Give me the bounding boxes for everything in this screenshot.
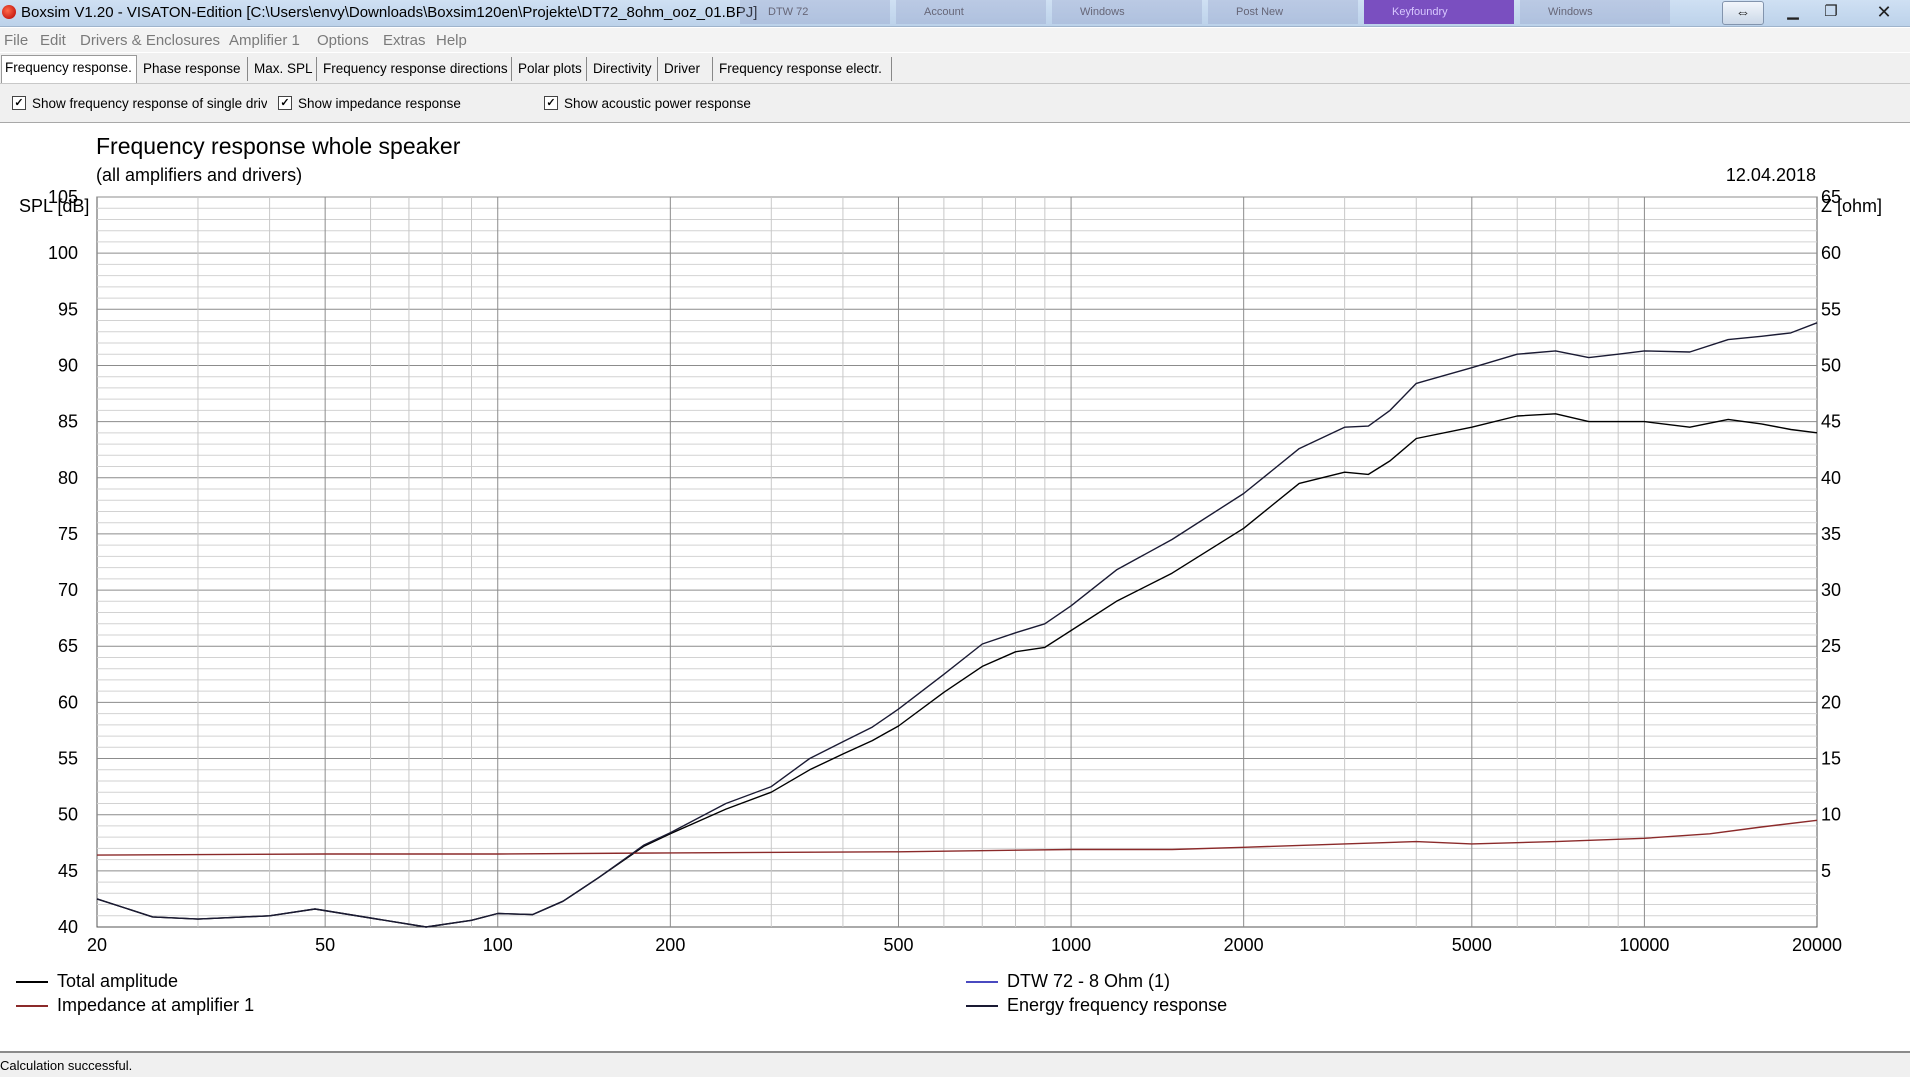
menu-extras[interactable]: Extras [383, 32, 426, 49]
y-tick-label: 105 [48, 187, 78, 207]
y2-tick-label: 45 [1821, 412, 1841, 432]
tab-polar-plots[interactable]: Polar plots [515, 57, 587, 81]
restore-button[interactable]: ⇔ [1722, 1, 1764, 25]
y2-tick-label: 35 [1821, 524, 1841, 544]
legend-energy-frequency-response: Energy frequency response [966, 995, 1227, 1016]
y2-tick-label: 20 [1821, 692, 1841, 712]
tab-driver[interactable]: Driver [661, 57, 713, 81]
x-tick-label: 5000 [1452, 935, 1492, 955]
taskbar-tab[interactable]: Keyfoundry [1364, 0, 1514, 24]
y-tick-label: 50 [58, 805, 78, 825]
acoustic-power-label: Show acoustic power response [564, 95, 751, 111]
tab-directivity[interactable]: Directivity [590, 57, 658, 81]
menu-help[interactable]: Help [436, 32, 467, 49]
x-tick-label: 50 [315, 935, 335, 955]
close-icon: ✕ [1876, 2, 1892, 22]
options-bar: ✓ Show frequency response of single driv… [0, 84, 1910, 123]
impedance-checkbox[interactable]: ✓ [278, 96, 292, 110]
option-impedance[interactable]: ✓ Show impedance response [278, 95, 508, 111]
y2-tick-label: 65 [1821, 187, 1841, 207]
legend-swatch [966, 980, 998, 983]
x-tick-label: 200 [655, 935, 685, 955]
close-button[interactable]: ✕ [1862, 1, 1906, 23]
y-tick-label: 95 [58, 299, 78, 319]
menu-edit[interactable]: Edit [40, 32, 66, 49]
tab-frequency-response-electrical[interactable]: Frequency response electr. [716, 57, 892, 81]
taskbar-tab[interactable]: Post New [1208, 0, 1358, 24]
x-tick-label: 20000 [1792, 935, 1842, 955]
tab-max-spl[interactable]: Max. SPL [251, 57, 317, 81]
x-tick-label: 1000 [1051, 935, 1091, 955]
title-bar: Boxsim V1.20 - VISATON-Edition [C:\Users… [0, 0, 1910, 27]
legend-label: Energy frequency response [1007, 995, 1228, 1015]
legend-swatch [16, 1004, 48, 1007]
legend-label: Total amplitude [57, 971, 179, 991]
x-tick-label: 20 [87, 935, 107, 955]
x-tick-label: 100 [483, 935, 513, 955]
y-tick-label: 85 [58, 412, 78, 432]
y2-tick-label: 30 [1821, 580, 1841, 600]
x-tick-label: 10000 [1619, 935, 1669, 955]
taskbar-tab[interactable]: Windows [1520, 0, 1670, 24]
legend-swatch [966, 1004, 998, 1007]
single-drivers-label: Show frequency response of single drive [32, 95, 267, 111]
y-tick-label: 100 [48, 243, 78, 263]
y2-tick-label: 15 [1821, 749, 1841, 769]
tab-frequency-response-directions[interactable]: Frequency response directions [320, 57, 512, 81]
minimize-icon: ▁ [1787, 3, 1799, 20]
legend-dtw72: DTW 72 - 8 Ohm (1) [966, 971, 1170, 992]
window-title: Boxsim V1.20 - VISATON-Edition [C:\Users… [21, 4, 758, 21]
y-tick-label: 40 [58, 917, 78, 937]
y2-tick-label: 10 [1821, 805, 1841, 825]
y2-tick-label: 40 [1821, 468, 1841, 488]
maximize-button[interactable]: ❐ [1812, 1, 1850, 23]
tab-strip: Frequency response. Phase response Max. … [0, 53, 1910, 84]
x-tick-label: 500 [883, 935, 913, 955]
x-tick-label: 2000 [1224, 935, 1264, 955]
menu-bar: File Edit Drivers & Enclosures Amplifier… [0, 28, 1910, 52]
y-tick-label: 70 [58, 580, 78, 600]
y2-tick-label: 25 [1821, 636, 1841, 656]
option-acoustic-power[interactable]: ✓ Show acoustic power response [544, 95, 804, 111]
y2-tick-label: 50 [1821, 355, 1841, 375]
menu-file[interactable]: File [4, 32, 28, 49]
tab-phase-response[interactable]: Phase response [140, 57, 248, 81]
y-tick-label: 90 [58, 355, 78, 375]
plot-area [96, 196, 1818, 928]
legend-label: Impedance at amplifier 1 [57, 995, 255, 1015]
status-text: Calculation successful. [0, 1058, 133, 1073]
taskbar-tab[interactable]: Account [896, 0, 1046, 24]
single-drivers-checkbox[interactable]: ✓ [12, 96, 26, 110]
menu-options[interactable]: Options [317, 32, 369, 49]
status-bar: Calculation successful. [0, 1051, 1910, 1077]
impedance-label: Show impedance response [298, 95, 461, 111]
acoustic-power-checkbox[interactable]: ✓ [544, 96, 558, 110]
y2-tick-label: 60 [1821, 243, 1841, 263]
legend-label: DTW 72 - 8 Ohm (1) [1007, 971, 1171, 991]
legend-impedance: Impedance at amplifier 1 [16, 995, 254, 1016]
minimize-button[interactable]: ▁ [1773, 1, 1813, 23]
maximize-icon: ❐ [1824, 3, 1838, 20]
taskbar-tab[interactable]: DTW 72 [740, 0, 890, 24]
taskbar-tab[interactable]: Windows [1052, 0, 1202, 24]
frequency-response-chart: 40 45 50 55 60 65 70 75 80 85 90 95 100 105 5 10 15 20 25 3… [48, 187, 1842, 955]
menu-drivers-enclosures[interactable]: Drivers & Enclosures [80, 32, 220, 49]
y-tick-label: 45 [58, 861, 78, 881]
legend-total-amplitude: Total amplitude [16, 971, 178, 992]
y-tick-label: 65 [58, 636, 78, 656]
y-tick-label: 75 [58, 524, 78, 544]
taskbar-tabs: DTW 72 Account Windows Post New Keyfound… [740, 0, 1676, 26]
y-tick-label: 55 [58, 749, 78, 769]
y-tick-label: 80 [58, 468, 78, 488]
y2-tick-label: 55 [1821, 299, 1841, 319]
app-icon [2, 5, 16, 19]
option-single-drivers[interactable]: ✓ Show frequency response of single driv… [12, 95, 267, 111]
y2-tick-label: 5 [1821, 861, 1831, 881]
legend-swatch [16, 980, 48, 983]
y-tick-label: 60 [58, 692, 78, 712]
menu-amplifier[interactable]: Amplifier 1 [229, 32, 300, 49]
double-arrow-icon: ⇔ [1735, 4, 1751, 21]
tab-frequency-response[interactable]: Frequency response. [1, 55, 137, 83]
